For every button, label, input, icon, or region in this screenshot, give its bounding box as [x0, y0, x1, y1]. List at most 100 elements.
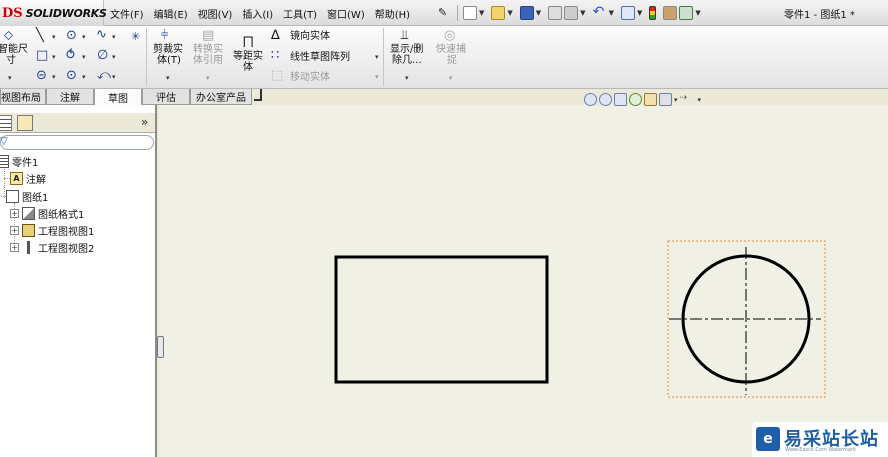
view-orientation-icon[interactable]	[659, 93, 672, 106]
chevron-down-icon[interactable]: ▼	[695, 9, 700, 17]
convert-label-2[interactable]: 体引用	[193, 55, 223, 66]
display-style-icon[interactable]	[644, 93, 657, 106]
display-relations-label-1[interactable]: 显示/删	[390, 44, 423, 55]
smart-dimension-label-1[interactable]: 智能尺	[0, 44, 28, 55]
tree-item-sheet-format[interactable]: + 图纸格式1	[10, 206, 84, 221]
quick-snaps-label-2[interactable]: 捉	[447, 55, 457, 66]
offset-label-1[interactable]: 等距实	[233, 51, 263, 62]
rotate-icon[interactable]	[629, 93, 642, 106]
chevron-down-icon[interactable]: ▼	[507, 9, 512, 17]
tree-item-drawing-view-2[interactable]: + 工程图视图2	[10, 240, 94, 255]
chevron-down-icon[interactable]: ▾	[82, 33, 86, 41]
tree-item-drawing-view-1[interactable]: + 工程图视图1	[10, 223, 94, 238]
chevron-down-icon[interactable]: ▼	[580, 9, 585, 17]
menu-insert[interactable]: 插入(I)	[242, 6, 273, 21]
menu-window[interactable]: 窗口(W)	[327, 6, 365, 21]
chevron-down-icon[interactable]: ▾	[375, 53, 379, 61]
menu-view[interactable]: 视图(V)	[198, 6, 233, 21]
chevron-down-icon[interactable]: ▼	[479, 9, 484, 17]
display-relations-icon[interactable]: ⫫	[401, 29, 408, 42]
options-icon[interactable]	[663, 6, 678, 20]
chevron-down-icon[interactable]: ▾	[698, 96, 702, 104]
print-icon[interactable]	[564, 6, 579, 20]
chevron-down-icon[interactable]: ▾	[166, 74, 170, 82]
smart-dimension-label-2[interactable]: 寸	[6, 55, 16, 66]
convert-entities-icon[interactable]: ▤	[202, 29, 214, 42]
tab-view-layout[interactable]: 视图布局	[0, 89, 46, 105]
menu-tools[interactable]: 工具(T)	[283, 6, 317, 21]
quick-snaps-label-1[interactable]: 快速捕	[436, 44, 466, 55]
menu-file[interactable]: 文件(F)	[110, 6, 144, 21]
fillet-icon[interactable]: ⤺	[97, 69, 111, 82]
trim-icon[interactable]: ⫩	[161, 29, 168, 42]
chevron-down-icon[interactable]: ▾	[52, 73, 56, 81]
expand-icon[interactable]: +	[10, 209, 19, 218]
tree-item-part[interactable]: 零件1	[0, 154, 38, 169]
chevron-down-icon[interactable]: ▾	[112, 73, 116, 81]
new-document-icon[interactable]	[463, 6, 477, 20]
menu-edit[interactable]: 编辑(E)	[154, 6, 188, 21]
chevron-down-icon[interactable]: ▾	[112, 33, 116, 41]
feature-tree-tab-icon[interactable]	[0, 115, 12, 131]
property-manager-tab-icon[interactable]	[17, 115, 33, 131]
layout-icon[interactable]	[679, 6, 694, 20]
chevron-down-icon[interactable]: ▾	[112, 53, 116, 61]
linear-pattern-icon[interactable]: ∷	[271, 49, 279, 62]
offset-entities-icon[interactable]: ⨅	[243, 36, 253, 49]
save-icon[interactable]	[519, 6, 534, 20]
zoom-to-area-icon[interactable]	[599, 93, 612, 106]
chevron-down-icon[interactable]: ▼	[609, 9, 614, 17]
expand-icon[interactable]: +	[10, 226, 19, 235]
tree-item-annotations[interactable]: A 注解	[10, 171, 46, 186]
pan-icon[interactable]	[614, 93, 627, 106]
quick-snaps-icon[interactable]: ◎	[444, 29, 455, 42]
line-icon[interactable]: ╲	[36, 29, 44, 42]
chevron-down-icon[interactable]: ▾	[449, 74, 453, 82]
collapse-pane-icon[interactable]: »	[141, 115, 148, 129]
chevron-down-icon[interactable]: ▾	[405, 74, 409, 82]
convert-label-1[interactable]: 转换实	[193, 44, 223, 55]
open-folder-icon[interactable]	[491, 6, 506, 20]
offset-label-2[interactable]: 体	[243, 62, 253, 73]
chevron-down-icon[interactable]: ▾	[375, 73, 379, 81]
chevron-down-icon[interactable]: ▾	[52, 33, 56, 41]
grid-icon[interactable]	[548, 6, 563, 20]
arc-icon[interactable]: ⥀	[66, 49, 75, 62]
tab-evaluate[interactable]: 评估	[142, 89, 190, 105]
chevron-down-icon[interactable]: ▼	[536, 9, 541, 17]
chevron-down-icon[interactable]: ▾	[206, 74, 210, 82]
zoom-to-fit-icon[interactable]	[584, 93, 597, 106]
tab-office-products[interactable]: 办公室产品	[190, 89, 252, 105]
sketch-rectangle[interactable]	[334, 255, 549, 384]
chevron-down-icon[interactable]: ▼	[637, 9, 642, 17]
menu-help[interactable]: 帮助(H)	[375, 6, 410, 21]
move-entities-icon[interactable]: ⬚	[271, 69, 283, 82]
move-entities-label[interactable]: 移动实体	[290, 72, 330, 83]
tab-sketch[interactable]: 草图	[94, 89, 142, 105]
smart-dimension-icon[interactable]: ⬦	[4, 29, 13, 42]
traffic-light-icon[interactable]	[649, 6, 657, 20]
chevron-down-icon[interactable]: ▾	[82, 73, 86, 81]
point-icon[interactable]: ✳	[131, 30, 140, 43]
pane-splitter-handle[interactable]	[157, 336, 164, 358]
spline-icon[interactable]: ∿	[96, 28, 107, 41]
tab-annotation[interactable]: 注解	[46, 89, 94, 105]
pin-icon[interactable]: ✎	[438, 6, 452, 20]
mirror-icon[interactable]: ∆	[271, 29, 280, 42]
chevron-down-icon[interactable]: ▾	[82, 53, 86, 61]
chevron-down-icon[interactable]: ▾	[8, 74, 12, 82]
drawing-sheet[interactable]	[159, 105, 888, 457]
solidworks-logo[interactable]: DS SOLIDWORKS	[0, 0, 107, 26]
slot-icon[interactable]: ⊝	[36, 69, 47, 82]
trim-label-1[interactable]: 剪裁实	[153, 44, 183, 55]
trim-label-2[interactable]: 体(T)	[157, 55, 181, 66]
circle-icon[interactable]: ⊙	[66, 29, 77, 42]
undo-icon[interactable]: ↶	[593, 5, 607, 20]
chevron-down-icon[interactable]: ▾	[674, 96, 678, 104]
expand-icon[interactable]: +	[10, 243, 19, 252]
select-cursor-icon[interactable]	[620, 6, 635, 20]
mirror-label[interactable]: 镜向实体	[290, 31, 330, 42]
polygon-icon[interactable]: ⊙	[66, 69, 77, 82]
rectangle-icon[interactable]: □	[36, 49, 48, 62]
display-relations-label-2[interactable]: 除几...	[392, 55, 422, 66]
